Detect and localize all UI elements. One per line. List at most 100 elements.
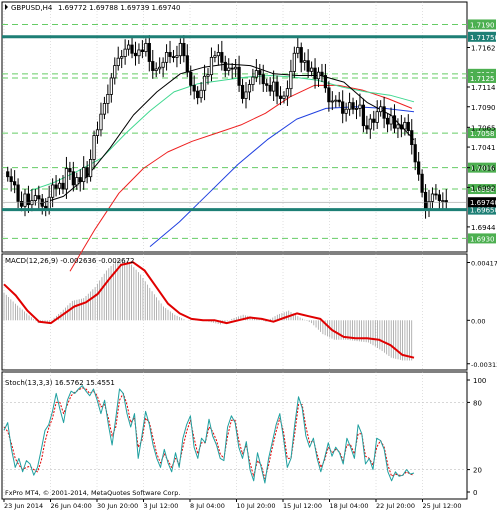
candle-body [420, 173, 424, 193]
stoch-y-tick-label: 0 [473, 489, 477, 497]
candle-body [389, 115, 393, 125]
candle-body [385, 117, 390, 125]
candle-body [392, 115, 397, 129]
y-tick-label: 1.6944 [471, 224, 496, 232]
candle-body [57, 182, 62, 189]
stoch-y-tick-label: 20 [473, 467, 482, 475]
chart-window: 1.71901.71301.71251.70581.70161.69901.69… [0, 0, 497, 510]
candle-body [64, 168, 69, 190]
candle-body [254, 70, 258, 78]
candle-body [320, 71, 324, 76]
candle-body [427, 200, 431, 210]
candle-body [182, 42, 186, 57]
macd-y-tick-label: 0.00 [471, 317, 485, 325]
candle-body [354, 107, 359, 110]
candle-body [423, 191, 428, 210]
candle-body [171, 56, 176, 58]
y-tick-label: 1.6992 [471, 184, 496, 192]
candle-body [347, 102, 352, 110]
candle-body [230, 67, 234, 70]
candle-body [164, 52, 169, 63]
candle-body [23, 193, 27, 207]
candle-body [168, 52, 172, 57]
candle-body [240, 84, 245, 99]
candle-body [175, 55, 179, 58]
candle-body [106, 94, 110, 104]
candle-body [337, 99, 341, 103]
candle-body [244, 91, 248, 99]
candle-body [417, 161, 421, 175]
candle-body [399, 124, 403, 130]
candle-body [123, 48, 127, 57]
candle-body [16, 184, 20, 202]
candle-body [351, 102, 355, 110]
candle-body [344, 108, 348, 114]
candle-body [51, 184, 55, 198]
candle-body [113, 65, 117, 79]
x-tick-label: 8 Jul 04:00 [190, 502, 225, 510]
macd-y-tick-label: -0.003138 [471, 361, 497, 369]
candle-body [37, 195, 41, 200]
candle-body [285, 88, 290, 97]
x-tick-label: 22 Jul 20:00 [376, 502, 415, 510]
candle-body [327, 87, 331, 103]
candle-body [144, 42, 148, 53]
candle-body [441, 200, 445, 202]
candle-body [54, 184, 58, 189]
current-price-label: 1.69740 [470, 199, 497, 207]
candle-body [6, 171, 10, 178]
candle-body [334, 99, 338, 102]
level-label: 1.7190 [470, 21, 495, 29]
candle-body [323, 75, 328, 89]
candle-body [154, 68, 158, 71]
candle-body [406, 121, 410, 132]
candle-body [88, 159, 93, 178]
candle-body [272, 81, 276, 92]
candle-body [161, 61, 165, 68]
candle-body [247, 84, 252, 93]
candle-body [372, 118, 376, 123]
candle-body [130, 44, 134, 54]
level-label: 1.6930 [470, 235, 495, 243]
x-tick-label: 26 Jun 04:00 [51, 502, 92, 510]
candle-body [137, 49, 141, 57]
candle-body [265, 83, 269, 86]
candle-body [116, 57, 120, 67]
candle-body [78, 177, 82, 183]
candle-body [99, 113, 103, 131]
x-tick-label: 3 Jul 12:00 [144, 502, 179, 510]
y-tick-label: 1.7114 [471, 84, 496, 92]
y-tick-label: 1.7016 [471, 165, 496, 173]
candle-body [403, 121, 407, 130]
candle-body [341, 101, 345, 114]
candle-body [278, 95, 283, 99]
candle-body [223, 61, 227, 71]
chart-symbol-title: GBPUSD,H4 [11, 4, 53, 12]
candle-body [209, 56, 214, 76]
macd-title: MACD(12,26,9) -0.002636 -0.002672 [5, 257, 134, 265]
candle-body [220, 52, 224, 63]
candle-body [299, 47, 303, 63]
candle-body [30, 200, 34, 206]
candle-body [216, 52, 220, 57]
candle-body [82, 167, 86, 183]
candle-body [33, 195, 37, 201]
candle-body [61, 182, 65, 190]
candle-body [120, 56, 124, 59]
candle-body [309, 67, 314, 72]
candle-body [189, 71, 193, 86]
candle-body [303, 60, 307, 63]
candle-body [382, 106, 386, 119]
x-tick-label: 23 Jun 2014 [4, 502, 43, 510]
candle-body [437, 194, 441, 201]
candle-body [313, 67, 317, 80]
x-tick-label: 10 Jul 20:00 [237, 502, 276, 510]
candle-body [147, 42, 151, 62]
candle-body [196, 90, 200, 99]
candle-body [26, 193, 31, 206]
stoch-title: Stoch(13,3,3) 16.5762 15.4551 [5, 379, 115, 387]
candle-body [361, 104, 366, 127]
y-tick-label: 1.7162 [471, 45, 496, 53]
x-tick-label: 18 Jul 04:00 [330, 502, 369, 510]
macd-y-tick-label: 0.004175 [471, 260, 497, 268]
